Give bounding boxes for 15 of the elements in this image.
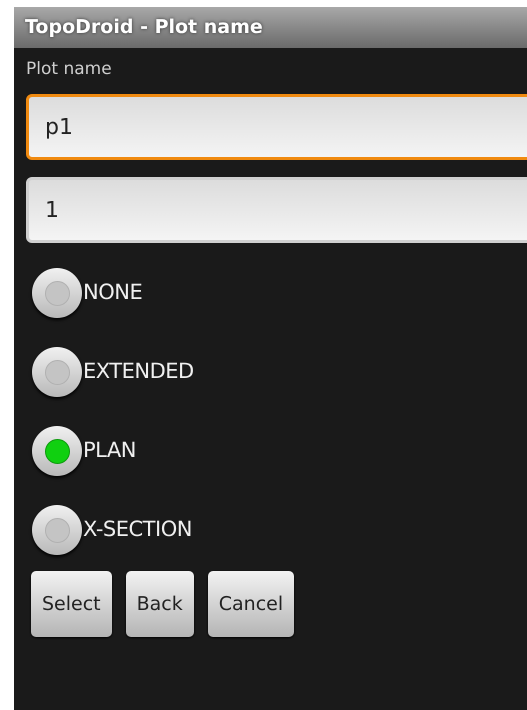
text-field[interactable]: p1: [26, 94, 527, 160]
radio-button[interactable]: [32, 505, 82, 555]
radio-label: NONE: [83, 279, 142, 306]
radio-label: EXTENDED: [83, 358, 194, 386]
text-field[interactable]: 1: [26, 177, 527, 243]
dialog-button[interactable]: Back: [126, 571, 194, 637]
radio-button[interactable]: [32, 268, 82, 318]
radio-label: X-SECTION: [83, 516, 192, 544]
radio-label: PLAN: [83, 437, 136, 464]
radio-button[interactable]: [32, 426, 82, 476]
dialog-button[interactable]: Select: [31, 571, 112, 637]
field-label: Plot name: [26, 58, 113, 80]
window-title: TopoDroid - Plot name: [25, 15, 263, 40]
dialog-button[interactable]: Cancel: [208, 571, 294, 637]
radio-button[interactable]: [32, 347, 82, 397]
